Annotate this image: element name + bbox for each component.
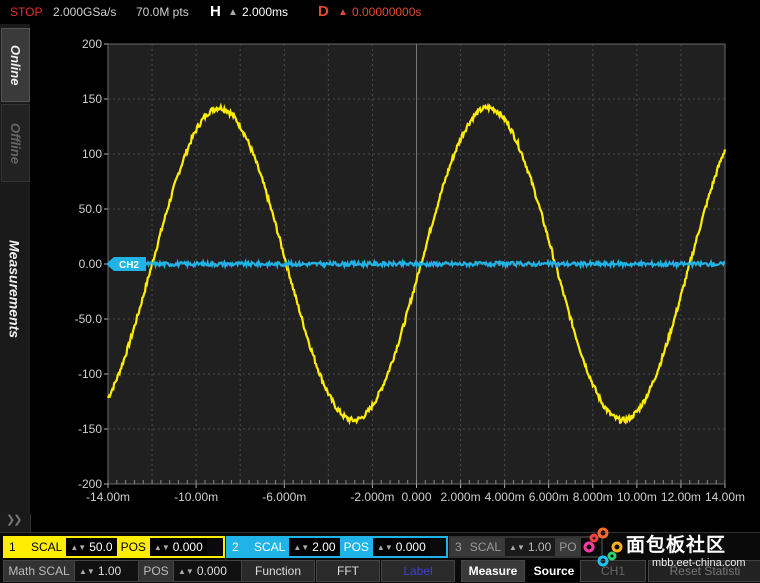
y-tick-label: 150 (82, 92, 102, 106)
channel2-scale-value[interactable]: ▲▼ 2.00 (289, 538, 340, 556)
watermark-url: mbb.eet-china.com (652, 557, 746, 569)
channel1-number[interactable]: 1 (5, 538, 27, 556)
y-tick-label: -150 (78, 422, 102, 436)
x-tick-label: 12.00m (661, 490, 701, 504)
math-scale-label: Math SCAL (3, 560, 75, 582)
label-button[interactable]: Label (381, 560, 455, 582)
channel2-number[interactable]: 2 (228, 538, 250, 556)
channel2-scale-label: SCAL (250, 538, 290, 556)
status-bar: STOP 2.000GSa/s 70.0M pts H ▲ 2.000ms D … (0, 0, 760, 24)
channel3-scale-text: 1.00 (527, 540, 552, 554)
x-tick-label: 14.00m (705, 490, 745, 504)
x-tick-label: 4.000m (485, 490, 525, 504)
math-pos-value[interactable]: ▲▼ 0.000 (173, 560, 245, 582)
measure-button[interactable]: Measure (461, 560, 525, 582)
updown-icon: ▲▼ (293, 542, 310, 552)
channel3-number[interactable]: 3 (451, 538, 466, 556)
channel1-scale-text: 50.0 (89, 540, 113, 554)
channel1-pos-text: 0.000 (172, 540, 203, 554)
x-tick-label: -10.00m (174, 490, 218, 504)
channel2-pos-text: 0.000 (395, 540, 426, 554)
x-tick-label: 10.00m (617, 490, 657, 504)
y-tick-label: 100 (82, 147, 102, 161)
tab-offline[interactable]: Offline (1, 104, 30, 182)
channel3-scale-value[interactable]: ▲▼ 1.00 (505, 538, 556, 556)
channel3-pos-label: PO (555, 538, 581, 556)
x-tick-label: 2.000m (441, 490, 481, 504)
y-tick-label: -100 (78, 367, 102, 381)
tab-online[interactable]: Online (1, 28, 30, 102)
channel2-pos-value[interactable]: ▲▼ 0.000 (372, 538, 430, 556)
delay-value[interactable]: 0.00000000s (352, 5, 421, 19)
channel1-scale-value[interactable]: ▲▼ 50.0 (66, 538, 117, 556)
fft-button[interactable]: FFT (316, 560, 380, 582)
updown-icon: ▲▼ (376, 542, 393, 552)
x-tick-label: 0.000 (401, 490, 431, 504)
math-pos-text: 0.000 (196, 564, 227, 578)
updown-icon: ▲▼ (70, 542, 87, 552)
x-tick-label: -6.000m (262, 490, 306, 504)
channel2-pos-label: POS (339, 538, 373, 556)
math-scale-value[interactable]: ▲▼ 1.00 (74, 560, 142, 582)
x-tick-label: 6.000m (529, 490, 569, 504)
ch2-marker-label: CH2 (119, 260, 139, 271)
y-tick-label: -200 (78, 477, 102, 491)
tab-measurements-label: Measurements (6, 239, 23, 339)
watermark-text: 面包板社区 (626, 535, 727, 556)
function-button[interactable]: Function (241, 560, 315, 582)
run-state[interactable]: STOP (10, 5, 42, 19)
sample-rate: 2.000GSa/s (53, 5, 117, 19)
waveform-svg: 200 150 100 50.0 0.00 -50.0 -100 -150 -200-14.00… (30, 24, 760, 514)
watermark-logo-icon (583, 527, 623, 567)
x-tick-label: 8.000m (573, 490, 613, 504)
math-scale-text: 1.00 (97, 564, 122, 578)
x-tick-label: -2.000m (350, 490, 394, 504)
memory-depth: 70.0M pts (136, 5, 189, 19)
watermark-logo: 面包板社区 mbb.eet-china.com (580, 524, 758, 580)
y-tick-label: 50.0 (79, 202, 103, 216)
updown-icon: ▲▼ (79, 566, 95, 576)
channel1-scale-label: SCAL (27, 538, 67, 556)
horizontal-label: H (210, 3, 221, 20)
waveform-display[interactable]: 200 150 100 50.0 0.00 -50.0 -100 -150 -200 -14.00… (30, 24, 760, 514)
sidebar: Online Offline Measurements ❯❯ (0, 24, 31, 534)
channel2-panel[interactable]: 2 SCAL ▲▼ 2.00 POS ▲▼ 0.000 (226, 536, 448, 558)
y-tick-label: 200 (82, 37, 102, 51)
x-tick-label: -14.00m (86, 490, 130, 504)
tab-offline-label: Offline (8, 122, 23, 164)
channel3-scale-label: SCAL (465, 538, 506, 556)
updown-icon: ▲▼ (178, 566, 194, 576)
y-tick-label: -50.0 (75, 312, 103, 326)
delay-label: D (318, 3, 329, 20)
y-tick-label: 0.00 (79, 257, 103, 271)
updown-icon: ▲▼ (153, 542, 170, 552)
channel1-pos-value[interactable]: ▲▼ 0.000 (149, 538, 207, 556)
ch2-marker: CH2 (106, 257, 146, 271)
horizontal-adjust-icon[interactable]: ▲ (228, 7, 238, 18)
channel1-pos-label: POS (116, 538, 150, 556)
tab-online-label: Online (8, 44, 23, 86)
updown-icon: ▲▼ (509, 542, 525, 552)
channel2-scale-text: 2.00 (312, 540, 336, 554)
math-pos-label: POS (138, 560, 174, 582)
source-label: Source (527, 560, 581, 582)
horizontal-scale-value[interactable]: 2.000ms (242, 5, 288, 19)
tab-measurements[interactable]: Measurements (1, 189, 28, 389)
delay-adjust-icon[interactable]: ▲ (338, 7, 348, 18)
channel1-panel[interactable]: 1 SCAL ▲▼ 50.0 POS ▲▼ 0.000 (3, 536, 225, 558)
expand-chevron-icon[interactable]: ❯❯ (6, 513, 23, 526)
